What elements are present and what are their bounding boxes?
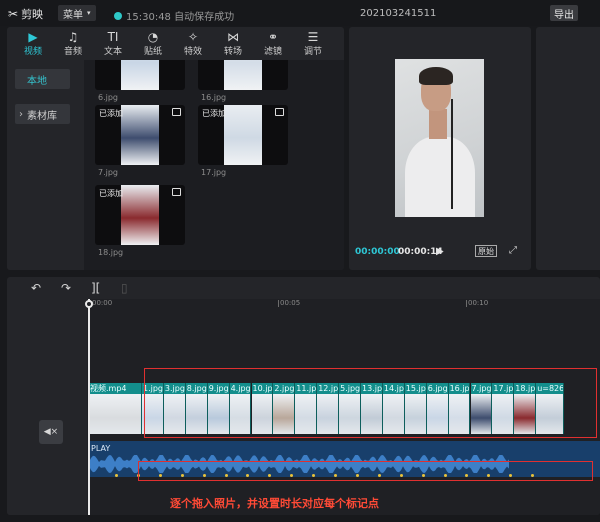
media-grid: 6.jpg 16.jpg 已添加 7.jpg 已添加 17.jpg 已添加 18.jpg [84, 60, 344, 270]
player-panel: 00:00:00 00:00:14 ▶ 原始 ⤢ [349, 27, 531, 270]
tab-text[interactable]: TI 文本 [93, 27, 133, 60]
tab-sticker[interactable]: ◔ 贴纸 [133, 27, 173, 60]
tab-label: 贴纸 [143, 47, 162, 57]
autosave-status: 15:30:48 自动保存成功 [114, 8, 234, 23]
tab-label: 滤镜 [263, 47, 282, 57]
library-label: 素材库 [27, 110, 57, 122]
chevron-down-icon: ▾ [87, 9, 91, 17]
media-image [121, 185, 159, 245]
media-filename: 6.jpg [98, 93, 119, 102]
tab-filter[interactable]: ⚭ 滤镜 [253, 27, 293, 60]
image-icon [172, 108, 181, 116]
media-image [121, 60, 159, 90]
media-filename: 16.jpg [201, 93, 227, 102]
transition-icon: ⋈ [227, 30, 239, 44]
tab-video[interactable]: ▶ 视频 [13, 27, 53, 60]
menu-button[interactable]: 菜单 ▾ [58, 5, 96, 21]
preview-figure-hair [419, 67, 453, 85]
media-image [224, 60, 262, 90]
tab-label: 文本 [103, 47, 122, 57]
audio-icon: ♫ [67, 30, 79, 44]
app-name: 剪映 [21, 8, 44, 21]
added-badge: 已添加 [202, 109, 226, 118]
media-filename: 7.jpg [98, 168, 119, 177]
media-sidebar: 本地 素材库 [7, 60, 84, 270]
ruler-tick-label: 00:00 [89, 299, 113, 307]
playhead-handle[interactable] [85, 300, 93, 308]
tab-audio[interactable]: ♫ 音频 [53, 27, 93, 60]
check-icon [114, 11, 122, 20]
media-thumbnail[interactable] [198, 60, 288, 90]
media-thumbnail[interactable]: 已添加 [95, 105, 185, 165]
tab-transition[interactable]: ⋈ 转场 [213, 27, 253, 60]
ruler-tick-label: 00:10 [465, 299, 489, 307]
tab-label: 特效 [183, 47, 202, 57]
redo-icon[interactable]: ↷ [61, 281, 71, 295]
current-time: 00:00:00 [355, 247, 400, 257]
autosave-text: 15:30:48 自动保存成功 [126, 12, 235, 23]
media-filename: 18.jpg [98, 248, 124, 257]
mute-icon[interactable]: ◀× [39, 420, 63, 444]
logo-icon: ✂ [8, 7, 19, 21]
annotation-box-markers [138, 461, 593, 481]
image-icon [172, 188, 181, 196]
export-button[interactable]: 导出 [550, 5, 578, 21]
sticker-icon: ◔ [147, 30, 159, 44]
media-filename: 17.jpg [201, 168, 227, 177]
media-tabs: ▶ 视频 ♫ 音频 TI 文本 ◔ 贴纸 ✧ 特效 ⋈ 转场 ⚭ 滤镜 ☰ 调节 [7, 27, 344, 60]
media-thumbnail[interactable]: 已添加 [95, 185, 185, 245]
media-image [121, 105, 159, 165]
menu-label: 菜单 [63, 9, 83, 21]
tab-label: 调节 [303, 47, 322, 57]
preview-figure-body [405, 137, 475, 217]
tab-label: 转场 [223, 47, 242, 57]
preview-figure-neck [429, 109, 447, 139]
preview-earphone-cable [451, 99, 453, 209]
clip-label: 视频.mp4 [89, 383, 142, 394]
annotation-box-photos [144, 368, 597, 438]
project-title: 202103241511 [360, 8, 437, 19]
added-badge: 已添加 [99, 109, 123, 118]
audio-clip-label: PLAY [91, 444, 111, 453]
sidebar-item-local[interactable]: 本地 [15, 69, 70, 89]
sidebar-item-library[interactable]: 素材库 [15, 104, 70, 124]
track-headers: ◀× [7, 299, 87, 515]
tab-effect[interactable]: ✧ 特效 [173, 27, 213, 60]
beat-marker[interactable] [115, 474, 118, 477]
adjust-icon: ☰ [307, 30, 319, 44]
tab-label: 音频 [63, 47, 82, 57]
split-icon[interactable]: ][ [91, 281, 100, 295]
play-icon[interactable]: ▶ [436, 246, 444, 257]
annotation-caption: 逐个拖入照片，并设置时长对应每个标记点 [170, 497, 379, 510]
filter-icon: ⚭ [267, 30, 279, 44]
playhead[interactable] [88, 299, 90, 515]
added-badge: 已添加 [99, 189, 123, 198]
tab-adjust[interactable]: ☰ 调节 [293, 27, 333, 60]
media-thumbnail[interactable]: 已添加 [198, 105, 288, 165]
media-image [224, 105, 262, 165]
delete-icon[interactable]: ▯ [121, 281, 128, 295]
ratio-button[interactable]: 原始 [475, 245, 497, 257]
video-clip[interactable]: 视频.mp4 [89, 383, 142, 434]
text-icon: TI [107, 30, 119, 44]
media-thumbnail[interactable] [95, 60, 185, 90]
media-panel: ▶ 视频 ♫ 音频 TI 文本 ◔ 贴纸 ✧ 特效 ⋈ 转场 ⚭ 滤镜 ☰ 调节 本地 素材库 6.jpg 16… [7, 27, 344, 270]
timeline-toolbar: ↶ ↷ ][ ▯ [7, 277, 600, 299]
effect-icon: ✧ [187, 30, 199, 44]
properties-panel [536, 27, 600, 270]
video-icon: ▶ [28, 30, 38, 44]
undo-icon[interactable]: ↶ [31, 281, 41, 295]
title-bar: ✂ 剪映 菜单 ▾ 15:30:48 自动保存成功 202103241511 导… [0, 0, 600, 26]
time-ruler[interactable]: 00:00 00:05 00:10 [87, 299, 600, 311]
image-icon [275, 108, 284, 116]
app-logo: ✂ 剪映 [8, 6, 43, 22]
fullscreen-icon[interactable]: ⤢ [509, 245, 517, 256]
tab-label: 视频 [23, 47, 42, 57]
ruler-tick-label: 00:05 [277, 299, 301, 307]
video-preview[interactable] [395, 59, 484, 217]
clip-thumbnail [89, 394, 142, 434]
